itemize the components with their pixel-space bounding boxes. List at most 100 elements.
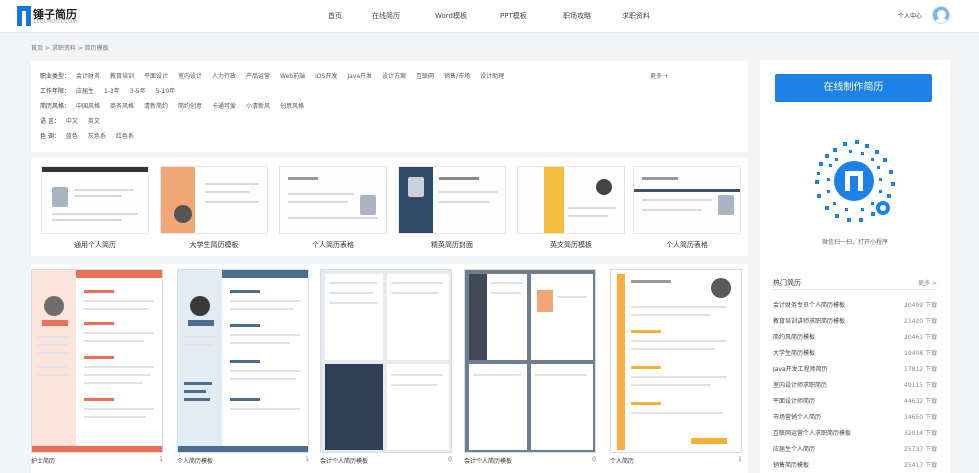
category-label: 通用个人简历 — [74, 241, 116, 249]
template-count: 0 — [448, 456, 452, 463]
nav-career-guide[interactable]: 职场攻略 — [563, 11, 591, 21]
filter-row-language: 语 言： 中文 英文 — [40, 116, 110, 125]
category-card[interactable]: 英文简历模板 — [517, 166, 625, 252]
make-resume-button[interactable]: 在线制作简历 — [775, 74, 932, 102]
filter-option[interactable]: 5-10年 — [156, 88, 176, 95]
template-card[interactable]: 会计个人简历模板 0 — [464, 269, 596, 473]
template-card[interactable]: 会计个人简历模板 0 — [320, 269, 452, 473]
template-count: 1 — [738, 456, 742, 463]
category-label: 大学生简历模板 — [189, 241, 239, 249]
user-center-link[interactable]: 个人中心 — [898, 11, 922, 20]
template-title: 护士简历 — [31, 458, 56, 465]
filter-option[interactable]: 中国风格 — [76, 103, 100, 110]
hot-resume-item[interactable]: Java开发工程师简历 17812 下载 — [773, 364, 937, 376]
filter-row-career: 职业类型： 会计财务 教育培训 平面设计 室内设计 人力行政 产品运营 Web前端 iOS开发… — [40, 71, 514, 80]
filter-option[interactable]: 简约创意 — [178, 103, 202, 110]
template-title: 会计个人简历模板 — [464, 458, 513, 465]
filter-label: 工作年限： — [40, 88, 71, 95]
filter-option[interactable]: 红色系 — [116, 133, 134, 140]
category-thumbnail — [517, 166, 625, 234]
logo-mark-icon — [17, 6, 31, 26]
category-label: 个人简历表格 — [312, 241, 354, 249]
filter-option[interactable]: 清新简约 — [144, 103, 168, 110]
filter-option[interactable]: 英文 — [88, 118, 100, 125]
template-title: 会计个人简历模板 — [320, 458, 369, 465]
hot-resume-item[interactable]: 市场营销个人简历 34650 下载 — [773, 412, 937, 424]
template-preview — [464, 269, 596, 453]
template-preview — [31, 269, 163, 453]
divider — [773, 289, 937, 290]
filter-option[interactable]: 卡通可爱 — [212, 103, 236, 110]
category-card[interactable]: 大学生简历模板 — [160, 166, 268, 252]
filter-option[interactable]: 产品运营 — [246, 73, 270, 80]
template-preview — [320, 269, 452, 453]
hot-resume-item[interactable]: 平面设计师简历 44632 下载 — [773, 396, 937, 408]
category-label: 精英简历封面 — [431, 241, 473, 249]
hot-resume-item[interactable]: 教育培训讲师求职简历模板 21420 下载 — [773, 316, 937, 328]
filter-option[interactable]: 室内设计 — [178, 73, 202, 80]
template-preview — [177, 269, 309, 453]
filter-option[interactable]: 设计方案 — [382, 73, 406, 80]
category-card[interactable]: 个人简历表格 — [279, 166, 387, 252]
category-card[interactable]: 通用个人简历 — [41, 166, 149, 252]
filter-option[interactable]: 商务风格 — [110, 103, 134, 110]
filter-label: 语 言： — [40, 118, 60, 125]
category-label: 个人简历表格 — [666, 241, 708, 249]
qr-code-icon — [807, 134, 901, 228]
category-card[interactable]: 精英简历封面 — [398, 166, 506, 252]
right-sidebar: 在线制作简历 微信扫一扫，打开小程序 热门简历 更多 > 会计财务专员个人简历模… — [760, 60, 950, 473]
hot-resume-item[interactable]: 大学生简历模板 19408 下载 — [773, 348, 937, 360]
user-avatar[interactable] — [932, 6, 950, 24]
template-card[interactable]: 个人简历模板 1 — [177, 269, 309, 473]
filter-option[interactable]: 互联网 — [416, 73, 434, 80]
filter-option[interactable]: 销售/市场 — [444, 73, 470, 80]
hot-resume-item[interactable]: 应届生个人简历 25737 下载 — [773, 444, 937, 456]
nav-word-templates[interactable]: Word模板 — [435, 11, 467, 21]
template-preview — [610, 269, 742, 453]
hot-resume-item[interactable]: 室内设计师求职简历 49115 下载 — [773, 380, 937, 392]
filter-label: 职业类型： — [40, 73, 71, 80]
category-thumbnail — [633, 166, 741, 234]
filter-option[interactable]: 蓝色 — [66, 133, 78, 140]
hot-resume-item[interactable]: 简约风简历模板 20461 下载 — [773, 332, 937, 344]
filter-option[interactable]: 会计财务 — [76, 73, 100, 80]
filter-option[interactable]: Java开发 — [347, 73, 372, 80]
hot-resume-item[interactable]: 销售简历模板 25417 下载 — [773, 460, 937, 472]
filter-option[interactable]: 创意风格 — [280, 103, 304, 110]
filter-option[interactable]: 应届生 — [76, 88, 94, 95]
hot-resume-item[interactable]: 互联网运营个人求职简历模板 32014 下载 — [773, 428, 937, 440]
nav-ppt-templates[interactable]: PPT模板 — [500, 11, 527, 21]
filter-option[interactable]: 灰色系 — [88, 133, 106, 140]
template-card[interactable]: 护士简历 1 — [31, 269, 163, 473]
template-card[interactable]: 个人简历 1 — [610, 269, 742, 473]
filter-option[interactable]: 教育培训 — [110, 73, 134, 80]
template-count: 1 — [159, 456, 163, 463]
nav-job-materials[interactable]: 求职资料 — [622, 11, 650, 21]
template-count: 0 — [592, 456, 596, 463]
filter-option[interactable]: 小清新风 — [246, 103, 270, 110]
filter-more-button[interactable]: 更多 + — [650, 71, 669, 80]
filter-option[interactable]: 人力行政 — [212, 73, 236, 80]
category-thumbnail — [160, 166, 268, 234]
category-thumbnail — [41, 166, 149, 234]
filter-option[interactable]: iOS开发 — [315, 73, 337, 80]
hot-resumes-more-link[interactable]: 更多 > — [918, 278, 937, 287]
filter-label: 色 调： — [40, 133, 60, 140]
filter-row-years: 工作年限： 应届生 1-3年 3-5年 5-10年 — [40, 86, 185, 95]
filter-option[interactable]: Web前端 — [280, 73, 305, 80]
filter-option[interactable]: 平面设计 — [144, 73, 168, 80]
hot-resume-item[interactable]: 会计财务专员个人简历模板 20499 下载 — [773, 300, 937, 312]
category-card[interactable]: 个人简历表格 — [633, 166, 741, 252]
nav-online-resume[interactable]: 在线简历 — [372, 11, 400, 21]
filter-label: 简历风格： — [40, 103, 71, 110]
nav-home[interactable]: 首页 — [328, 11, 342, 21]
template-title: 个人简历 — [610, 458, 635, 465]
template-count: 1 — [305, 456, 309, 463]
top-header: 锤子简历 100CHUIZI.COM 首页 在线简历 Word模板 PPT模板 … — [0, 0, 979, 33]
filter-option[interactable]: 设计助理 — [480, 73, 504, 80]
template-title: 个人简历模板 — [177, 458, 214, 465]
filter-option[interactable]: 中文 — [66, 118, 78, 125]
qr-caption: 微信扫一扫，打开小程序 — [821, 239, 888, 246]
filter-option[interactable]: 1-3年 — [104, 88, 120, 95]
filter-option[interactable]: 3-5年 — [130, 88, 146, 95]
